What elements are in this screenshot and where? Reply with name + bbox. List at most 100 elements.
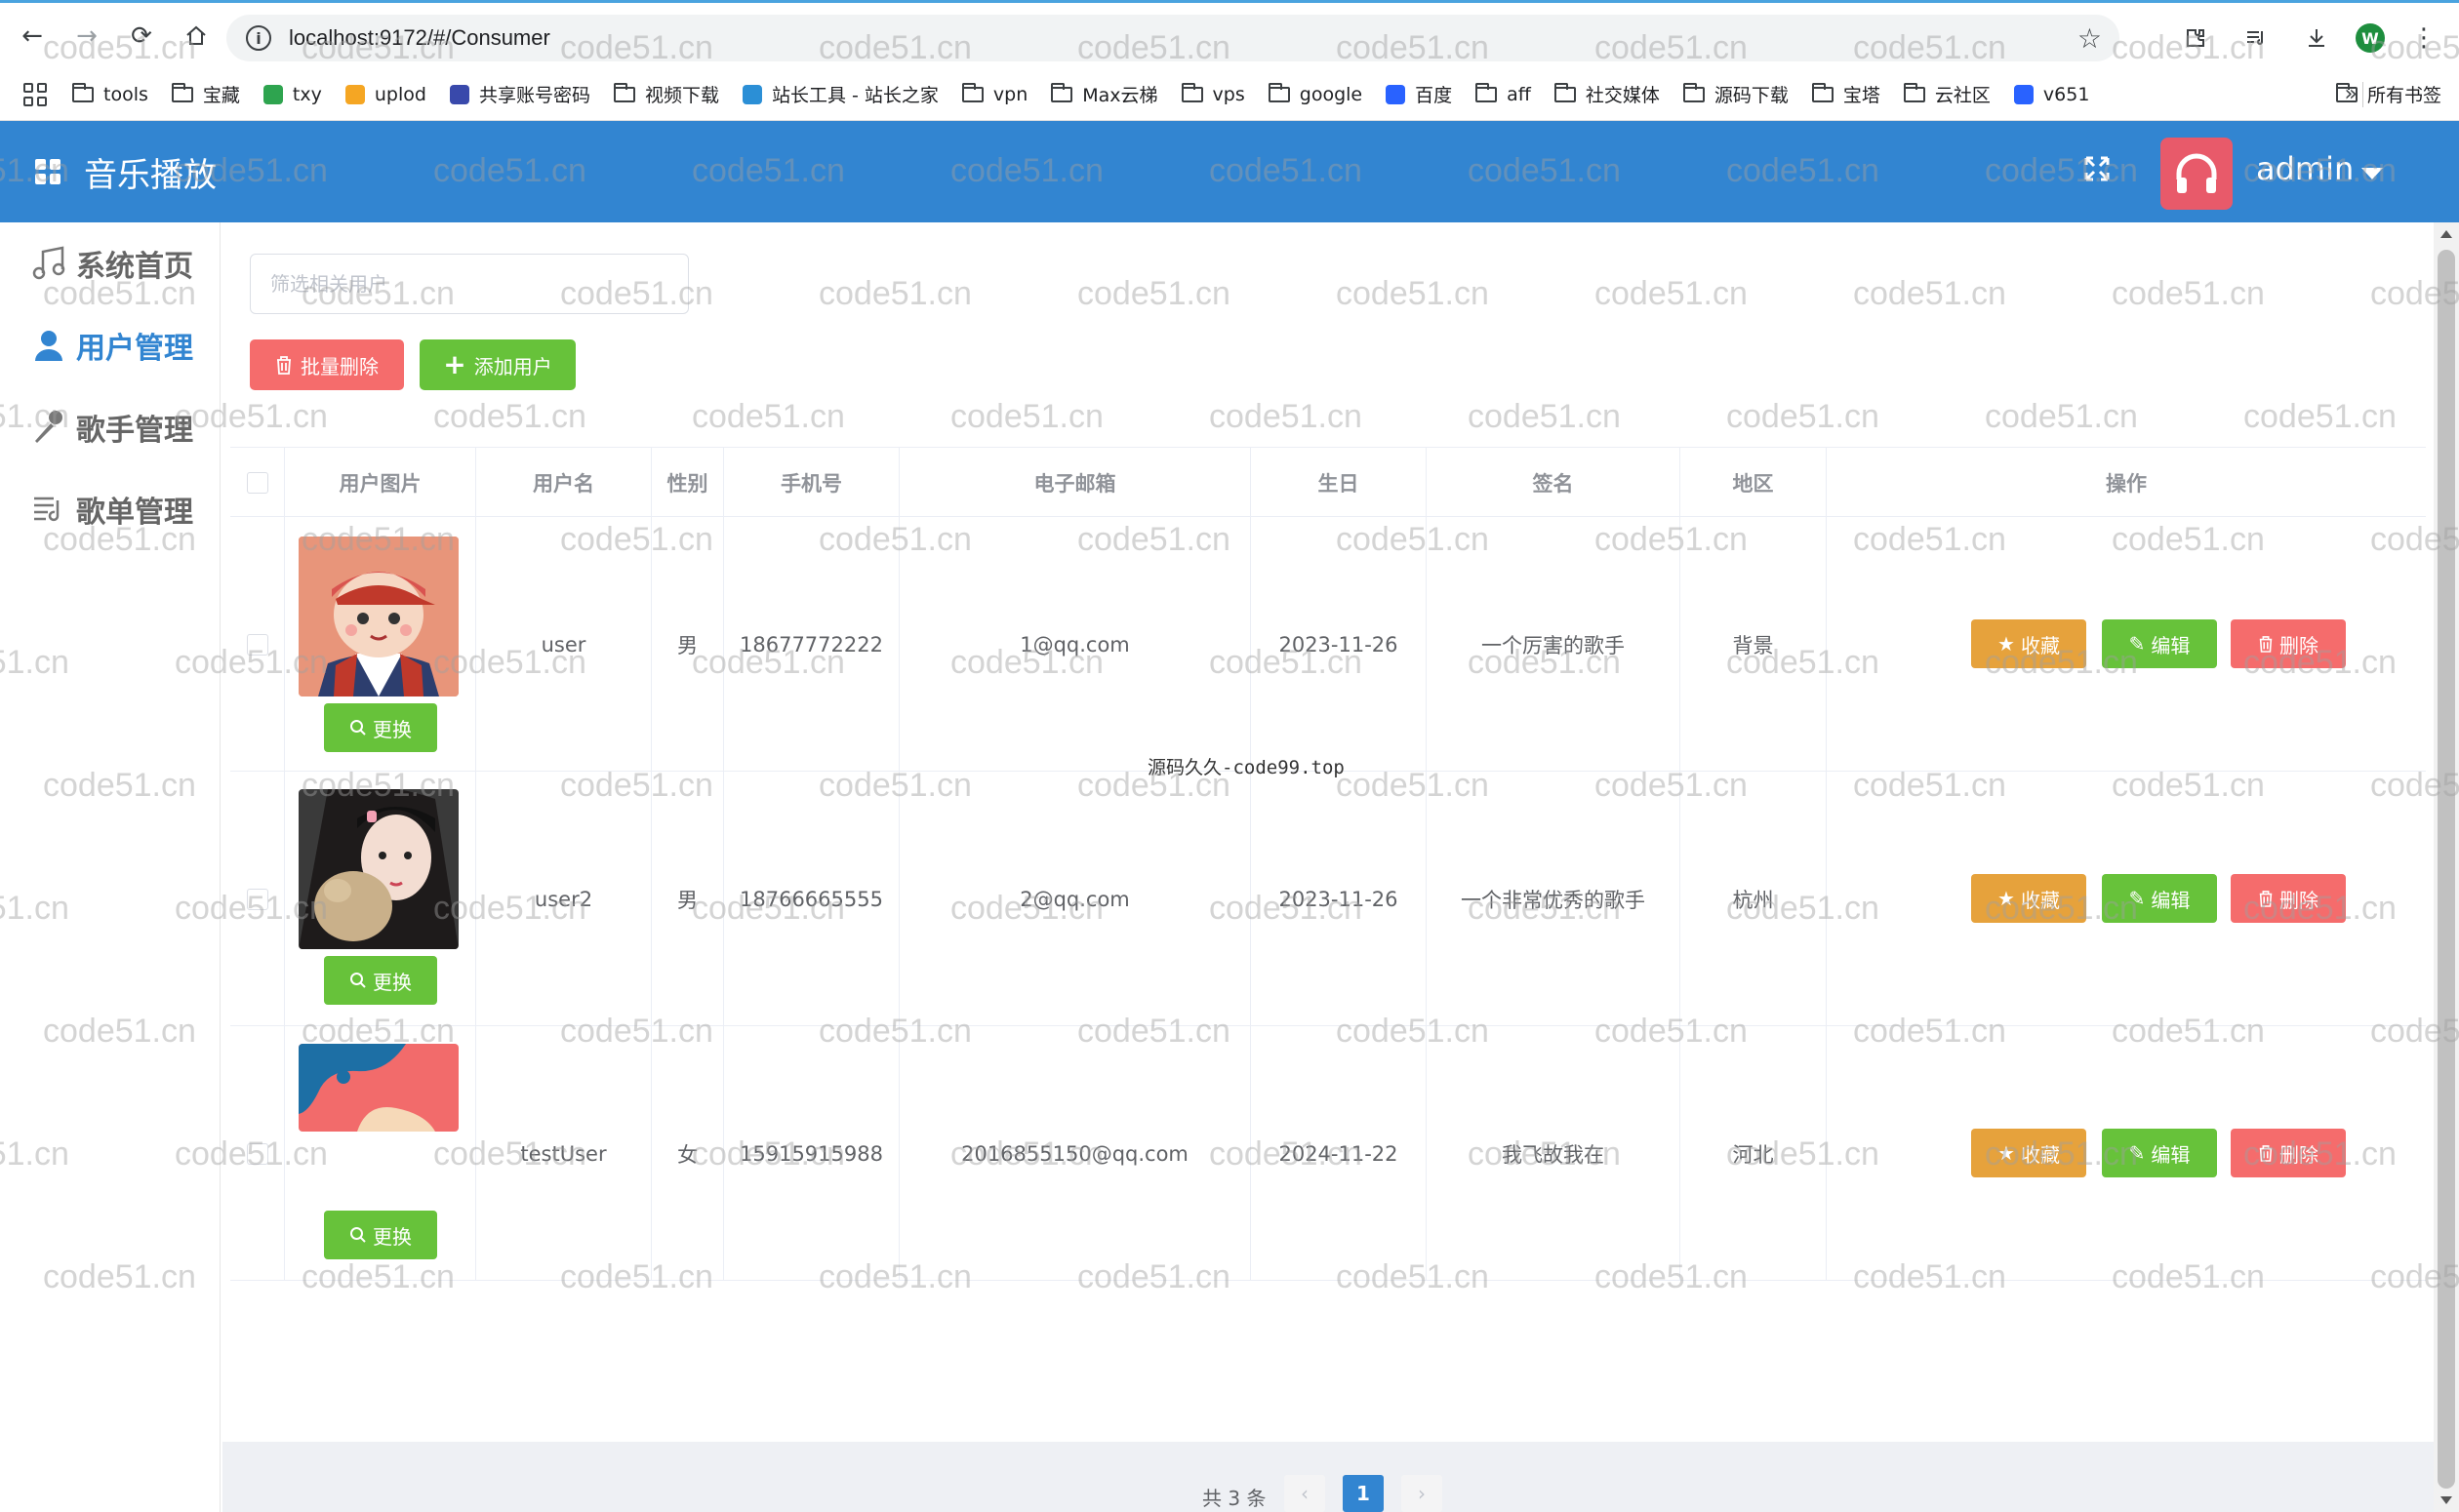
user-image-cell: 更换	[285, 772, 476, 1026]
plus-icon: +	[443, 348, 466, 380]
back-icon[interactable]: ←	[10, 14, 55, 59]
bookmark-label: Max云梯	[1082, 85, 1158, 106]
avatar[interactable]	[2160, 138, 2233, 210]
bookmark-label: vpn	[992, 83, 1028, 105]
menu-kebab-icon[interactable]: ⋮	[2402, 17, 2445, 60]
page-number-button[interactable]: 1	[1343, 1475, 1384, 1512]
prev-page-button[interactable]: ‹	[1284, 1475, 1325, 1512]
bookmark-item[interactable]: 宝藏	[171, 81, 240, 107]
bookmark-item[interactable]: aff	[1475, 82, 1531, 105]
delete-button[interactable]: 删除	[2231, 874, 2346, 923]
next-page-button[interactable]: ›	[1401, 1475, 1442, 1512]
bookmark-item[interactable]: 百度	[1386, 81, 1452, 107]
add-user-label: 添加用户	[473, 354, 552, 378]
pagination-bar	[222, 1442, 2436, 1512]
bookmark-label: 共享账号密码	[478, 85, 590, 106]
row-checkbox[interactable]	[246, 888, 268, 910]
folder-icon	[1553, 82, 1576, 102]
search-icon	[350, 1227, 366, 1243]
region-cell: 背景	[1680, 517, 1827, 772]
bookmark-label: 宝藏	[202, 85, 240, 106]
edit-button[interactable]: ✎ 编辑	[2102, 1129, 2217, 1177]
row-checkbox[interactable]	[246, 633, 268, 656]
bookmark-item[interactable]: google	[1268, 82, 1362, 105]
bookmark-item[interactable]: vpn	[961, 82, 1028, 105]
extensions-icon[interactable]	[2174, 17, 2217, 60]
site-info-icon[interactable]: i	[246, 25, 271, 51]
bookmark-item[interactable]: 共享账号密码	[449, 81, 590, 107]
scroll-up-arrow[interactable]	[2440, 230, 2452, 238]
scroll-down-arrow[interactable]	[2440, 1496, 2452, 1504]
search-input[interactable]	[250, 254, 689, 314]
caret-down-icon[interactable]	[2361, 168, 2383, 179]
folder-icon	[171, 82, 193, 102]
actions-cell: ★ 收藏 ✎ 编辑 删除	[1827, 772, 2426, 1026]
bookmark-item[interactable]: tools	[72, 82, 148, 105]
menu-grid-icon[interactable]	[35, 159, 60, 184]
profile-avatar[interactable]: W	[2356, 23, 2385, 53]
change-image-button[interactable]: 更换	[324, 956, 437, 1005]
sidebar-item-playlists[interactable]: 歌单管理	[27, 488, 193, 531]
bookmark-item[interactable]: 视频下载	[613, 81, 719, 107]
username-label[interactable]: admin	[2256, 150, 2354, 187]
add-user-button[interactable]: + 添加用户	[420, 339, 576, 390]
bookmark-item[interactable]: 源码下载	[1682, 81, 1789, 107]
change-image-button[interactable]: 更换	[324, 703, 437, 752]
region-cell: 河北	[1680, 1026, 1827, 1281]
signature-cell: 一个非常优秀的歌手	[1427, 772, 1680, 1026]
fullscreen-icon[interactable]	[2082, 154, 2112, 183]
trash-icon	[2259, 1145, 2273, 1162]
bookmark-item[interactable]: Max云梯	[1051, 81, 1158, 107]
collect-button[interactable]: ★ 收藏	[1971, 874, 2086, 923]
bookmark-item[interactable]: txy	[262, 84, 322, 105]
home-icon[interactable]	[174, 14, 219, 59]
address-bar[interactable]: i localhost:9172/#/Consumer ☆	[226, 15, 2119, 61]
collect-button[interactable]: ★ 收藏	[1971, 1129, 2086, 1177]
sidebar-item-users[interactable]: 用户管理	[27, 324, 193, 367]
forward-icon[interactable]: →	[64, 14, 109, 59]
bookmark-item[interactable]: 云社区	[1903, 81, 1991, 107]
bookmark-item[interactable]: uplod	[344, 84, 426, 105]
change-image-button[interactable]: 更换	[324, 1211, 437, 1259]
all-bookmarks-button[interactable]: 所有书签	[2335, 81, 2441, 107]
user-image-cell: 更换	[285, 1026, 476, 1281]
sidebar-item-singers[interactable]: 歌手管理	[27, 406, 193, 449]
sidebar-item-home[interactable]: 系统首页	[27, 242, 193, 285]
apps-grid-icon[interactable]	[23, 82, 47, 106]
bookmark-label: 源码下载	[1713, 85, 1789, 106]
trash-icon	[277, 356, 291, 375]
delete-label: 删除	[2279, 888, 2318, 912]
bookmark-item[interactable]: v651	[2013, 84, 2089, 105]
microphone-icon	[27, 406, 70, 449]
email-cell: 1@qq.com	[900, 517, 1251, 772]
bookmark-item[interactable]: 宝塔	[1811, 81, 1880, 107]
bookmark-label: 云社区	[1934, 85, 1991, 106]
row-checkbox[interactable]	[246, 1142, 268, 1165]
page-scrollbar[interactable]	[2434, 222, 2459, 1512]
bookmark-item[interactable]: 社交媒体	[1553, 81, 1660, 107]
change-label: 更换	[373, 717, 412, 741]
site-favicon-icon	[1386, 84, 1406, 104]
media-control-icon[interactable]	[2235, 17, 2278, 60]
download-icon[interactable]	[2295, 17, 2338, 60]
trash-icon	[2259, 636, 2273, 653]
scroll-thumb[interactable]	[2438, 250, 2455, 1489]
column-header: 手机号	[724, 448, 900, 518]
select-all-checkbox[interactable]	[246, 472, 268, 494]
batch-delete-button[interactable]: 批量删除	[250, 339, 404, 390]
edit-button[interactable]: ✎ 编辑	[2102, 619, 2217, 668]
bookmark-star-icon[interactable]: ☆	[2077, 22, 2102, 55]
bookmark-item[interactable]: vps	[1181, 82, 1245, 105]
bookmark-label: vps	[1212, 83, 1245, 105]
select-all-cell	[230, 448, 285, 518]
delete-button[interactable]: 删除	[2231, 1129, 2346, 1177]
folder-icon	[1051, 82, 1073, 102]
edit-button[interactable]: ✎ 编辑	[2102, 874, 2217, 923]
collect-button[interactable]: ★ 收藏	[1971, 619, 2086, 668]
edit-icon: ✎	[2128, 887, 2146, 910]
bookmark-item[interactable]: 站长工具 - 站长之家	[742, 81, 939, 107]
folder-icon	[1903, 82, 1925, 102]
reload-icon[interactable]: ⟳	[119, 14, 164, 59]
signature-cell: 我飞故我在	[1427, 1026, 1680, 1281]
delete-button[interactable]: 删除	[2231, 619, 2346, 668]
